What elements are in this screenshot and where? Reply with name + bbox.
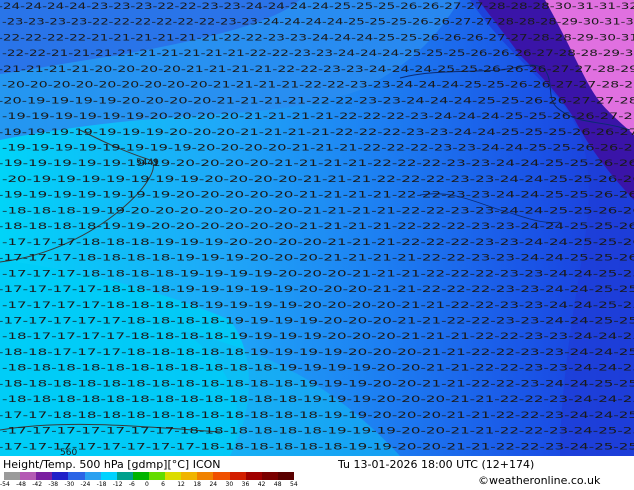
colorbar-swatch bbox=[20, 472, 37, 480]
colorbar-swatch bbox=[165, 472, 182, 480]
contour-label: 560 bbox=[60, 448, 77, 456]
colorbar-swatch bbox=[181, 472, 198, 480]
temperature-labels: -24-24-24-24-23-23-23-22-22-23-23-24-24-… bbox=[0, 2, 634, 452]
temperature-row: -17-17-17-17-17-18-18-18-18-19-19-19-19-… bbox=[0, 316, 634, 326]
colorbar-swatch bbox=[68, 472, 86, 480]
temperature-row: -18-18-18-18-18-18-18-18-18-18-18-18-19-… bbox=[2, 395, 634, 405]
temperature-row: -19-19-19-19-19-19-19-20-20-20-21-21-21-… bbox=[0, 128, 634, 138]
contour-label: 5449 bbox=[136, 158, 159, 168]
colorbar-label: 6 bbox=[161, 481, 165, 488]
colorbar-swatch bbox=[245, 472, 263, 480]
colorbar-swatch bbox=[116, 472, 134, 480]
temperature-row: -17-17-17-18-18-18-18-19-19-19-20-20-20-… bbox=[0, 254, 634, 264]
colorbar-label: -24 bbox=[80, 481, 91, 488]
chart-title: Height/Temp. 500 hPa [gdmp][°C] ICON bbox=[3, 458, 221, 471]
temperature-row: -23-23-23-23-22-22-22-22-22-22-23-23-24-… bbox=[2, 18, 634, 28]
temperature-row: -17-17-17-17-17-17-17-18-18-18-18-18-18-… bbox=[2, 427, 634, 437]
colorbar-swatch bbox=[277, 472, 295, 480]
colorbar-swatch bbox=[197, 472, 214, 480]
temperature-row: -19-19-19-19-19-19-19-20-20-20-20-21-21-… bbox=[0, 159, 634, 169]
credit: ©weatheronline.co.uk bbox=[478, 474, 601, 487]
weather-map: -24-24-24-24-23-23-23-22-22-23-23-24-24-… bbox=[0, 0, 634, 458]
temperature-row: -22-22-21-21-21-21-21-21-21-21-21-22-22-… bbox=[2, 49, 634, 59]
temperature-row: -18-17-17-17-17-18-18-18-18-19-19-19-19-… bbox=[2, 332, 634, 342]
colorbar-swatch bbox=[84, 472, 102, 480]
colorbar-label: 36 bbox=[241, 481, 250, 488]
colorbar-label: 12 bbox=[177, 481, 185, 488]
colorbar-label: -42 bbox=[32, 481, 43, 488]
colorbar-label: -48 bbox=[16, 481, 26, 488]
colorbar-labels: -54 -48 -42 -38 -30 -24 -18 -12 -6 0 6 12 18 24 30 36 42… bbox=[0, 481, 298, 489]
colorbar-swatch bbox=[36, 472, 53, 480]
temperature-row: -18-18-18-19-19-20-20-20-20-20-20-20-21-… bbox=[2, 206, 634, 216]
footer: Height/Temp. 500 hPa [gdmp][°C] ICON Tu … bbox=[0, 456, 634, 490]
colorbar-label: -54 bbox=[0, 481, 10, 488]
temperature-row: -21-21-21-21-20-20-20-20-21-21-21-21-22-… bbox=[0, 65, 634, 75]
temperature-row: -18-18-18-18-19-19-20-20-20-20-20-20-21-… bbox=[0, 222, 634, 232]
colorbar-label: 48 bbox=[273, 481, 282, 488]
colorbar-swatch bbox=[213, 472, 231, 480]
colorbar-label: 54 bbox=[290, 481, 298, 488]
colorbar-label: 42 bbox=[257, 481, 266, 488]
colorbar-swatch bbox=[229, 472, 247, 480]
temperature-row: -17-17-17-18-18-18-19-19-19-20-20-20-20-… bbox=[2, 238, 634, 248]
colorbar-swatch bbox=[52, 472, 69, 480]
colorbar-label: 30 bbox=[225, 481, 234, 488]
colorbar-label: 18 bbox=[193, 481, 201, 488]
colorbar-label: -30 bbox=[64, 481, 75, 488]
temperature-row: -17-17-17-17-17-17-17-17-18-18-18-18-18-… bbox=[0, 442, 634, 452]
colorbar-label: -38 bbox=[48, 481, 59, 488]
colorbar-label: -18 bbox=[96, 481, 107, 488]
forecast-datetime: Tu 13-01-2026 18:00 UTC (12+174) bbox=[338, 458, 535, 471]
temperature-row: -17-17-17-18-18-18-18-19-19-19-19-20-20-… bbox=[2, 269, 634, 279]
colorbar-swatch bbox=[100, 472, 118, 480]
temperature-row: -20-19-19-19-19-20-20-20-20-21-21-21-21-… bbox=[0, 96, 634, 106]
temperature-row: -19-19-19-19-19-19-20-20-20-20-21-21-21-… bbox=[2, 112, 634, 122]
colorbar-swatch bbox=[4, 472, 21, 480]
colorbar-swatch bbox=[149, 472, 166, 480]
temperature-row: -19-19-19-19-19-19-19-19-20-20-20-20-21-… bbox=[2, 144, 634, 154]
temperature-row: -24-24-24-24-23-23-23-22-22-23-23-24-24-… bbox=[0, 2, 634, 12]
temperature-row: -20-20-20-20-20-20-20-20-20-21-21-21-21-… bbox=[2, 81, 634, 91]
temperature-row: -19-19-19-19-19-19-19-20-20-20-20-20-21-… bbox=[0, 191, 634, 201]
colorbar-swatch bbox=[132, 472, 150, 480]
colorbar-swatch bbox=[261, 472, 279, 480]
colorbar bbox=[4, 472, 295, 480]
temperature-row: -17-17-17-17-18-18-18-19-19-19-19-19-20-… bbox=[0, 285, 634, 295]
temperature-row: -18-18-18-18-18-18-18-18-18-18-18-18-19-… bbox=[0, 379, 634, 389]
temperature-row: -17-17-17-17-18-18-18-18-19-19-19-19-20-… bbox=[2, 301, 634, 311]
temperature-row: -18-18-17-17-17-18-18-18-18-18-19-19-19-… bbox=[0, 348, 634, 358]
colorbar-label: 24 bbox=[209, 481, 218, 488]
colorbar-label: -12 bbox=[112, 481, 123, 488]
temperature-row: -18-18-18-18-18-18-18-18-18-18-18-19-19-… bbox=[2, 364, 634, 374]
temperature-row: -20-19-19-19-19-19-19-19-20-20-20-20-21-… bbox=[2, 175, 634, 185]
colorbar-label: 0 bbox=[145, 481, 149, 488]
temperature-row: -22-22-22-22-21-21-21-21-21-21-22-22-23-… bbox=[0, 33, 634, 43]
colorbar-label: -6 bbox=[128, 481, 135, 488]
map-canvas: -24-24-24-24-23-23-23-22-22-23-23-24-24-… bbox=[0, 0, 634, 458]
temperature-row: -17-17-18-18-18-18-18-18-18-18-18-18-18-… bbox=[0, 411, 634, 421]
